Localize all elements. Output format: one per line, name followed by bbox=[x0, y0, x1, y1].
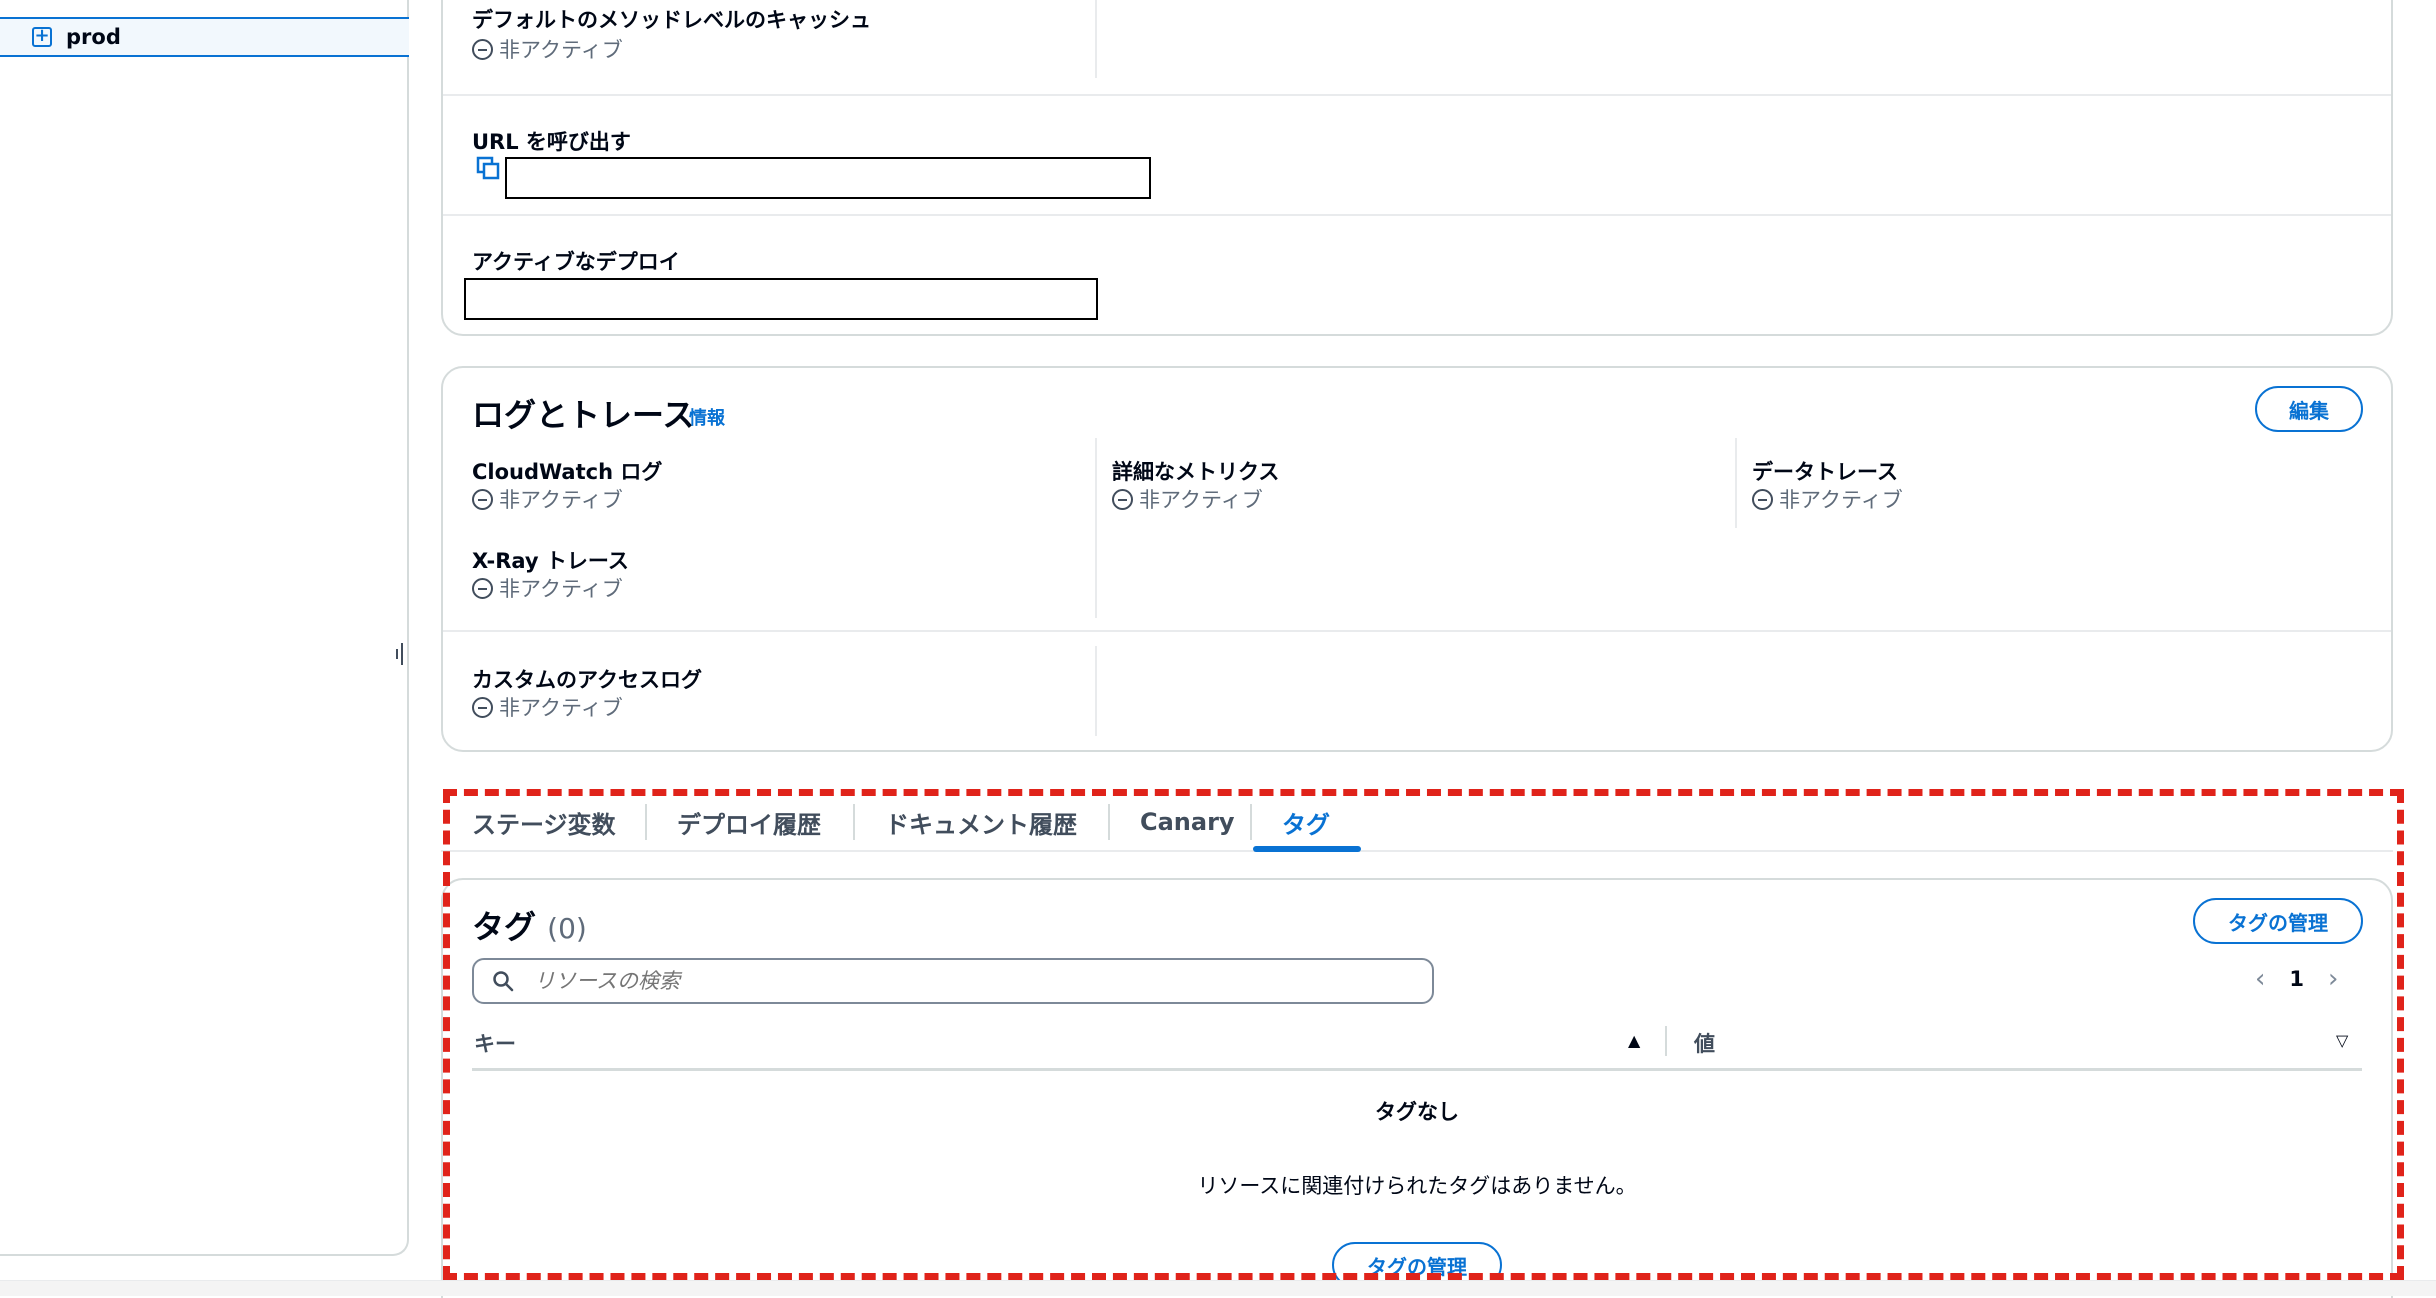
cloudwatch-label: CloudWatch ログ bbox=[472, 460, 663, 484]
tab-separator bbox=[1250, 804, 1252, 840]
tab-separator bbox=[645, 804, 647, 840]
active-tab-indicator bbox=[1253, 846, 1361, 852]
tags-panel: タグ (0) タグの管理 ‹ 1 › キー ▲ 値 ▽ タグなし リソースに関連… bbox=[441, 878, 2393, 1298]
xray-label: X-Ray トレース bbox=[472, 549, 629, 573]
tab-documentation-history[interactable]: ドキュメント履歴 bbox=[885, 792, 1077, 852]
divider bbox=[1095, 646, 1097, 736]
tab-stage-variables[interactable]: ステージ変数 bbox=[472, 792, 616, 852]
divider bbox=[1095, 438, 1097, 618]
stage-tabs: ステージ変数 デプロイ履歴 ドキュメント履歴 Canary タグ bbox=[441, 792, 2393, 852]
edit-button[interactable]: 編集 bbox=[2255, 386, 2363, 432]
xray-status: 非アクティブ bbox=[472, 573, 623, 603]
cache-status: 非アクティブ bbox=[472, 34, 623, 64]
inactive-icon bbox=[1752, 488, 1773, 510]
cache-label: デフォルトのメソッドレベルのキャッシュ bbox=[472, 8, 871, 32]
access-log-label: カスタムのアクセスログ bbox=[472, 668, 702, 692]
info-link[interactable]: 情報 bbox=[689, 404, 725, 430]
divider bbox=[1095, 0, 1097, 78]
resize-handle[interactable] bbox=[396, 642, 406, 666]
tab-separator bbox=[1108, 804, 1110, 840]
datatrace-status: 非アクティブ bbox=[1752, 484, 1903, 514]
metrics-status: 非アクティブ bbox=[1112, 484, 1263, 514]
tab-canary[interactable]: Canary bbox=[1140, 792, 1235, 852]
inactive-icon bbox=[472, 696, 493, 718]
logs-panel: ログとトレース 情報 編集 CloudWatch ログ 非アクティブ 詳細なメト… bbox=[441, 366, 2393, 752]
stage-details-panel: デフォルトのメソッドレベルのキャッシュ 非アクティブ URL を呼び出す アクテ… bbox=[441, 0, 2393, 336]
active-deployment-value[interactable] bbox=[464, 278, 1098, 320]
cloudwatch-status: 非アクティブ bbox=[472, 484, 623, 514]
divider bbox=[443, 94, 2391, 96]
active-deployment-label: アクティブなデプロイ bbox=[472, 250, 680, 274]
chevron-left-icon[interactable]: ‹ bbox=[2255, 964, 2265, 994]
sort-descending-icon[interactable]: ▽ bbox=[2336, 1031, 2348, 1050]
tab-deployment-history[interactable]: デプロイ履歴 bbox=[677, 792, 821, 852]
column-key[interactable]: キー bbox=[474, 1028, 516, 1058]
pagination: ‹ 1 › bbox=[2255, 964, 2338, 994]
search-input[interactable] bbox=[532, 968, 1332, 994]
datatrace-label: データトレース bbox=[1752, 460, 1898, 484]
tags-title: タグ (0) bbox=[472, 908, 587, 946]
invoke-url-value[interactable] bbox=[505, 157, 1151, 199]
logs-title: ログとトレース bbox=[472, 396, 695, 434]
metrics-label: 詳細なメトリクス bbox=[1112, 460, 1280, 484]
divider bbox=[1735, 438, 1737, 528]
column-value[interactable]: 値 bbox=[1694, 1028, 1715, 1058]
bottom-strip bbox=[0, 1280, 2436, 1296]
manage-tags-button[interactable]: タグの管理 bbox=[2193, 898, 2363, 944]
access-log-status: 非アクティブ bbox=[472, 692, 623, 722]
sort-ascending-icon[interactable]: ▲ bbox=[1628, 1031, 1640, 1050]
inactive-icon bbox=[472, 577, 493, 599]
chevron-right-icon[interactable]: › bbox=[2328, 964, 2338, 994]
copy-icon[interactable] bbox=[476, 156, 502, 182]
tab-tags[interactable]: タグ bbox=[1282, 792, 1330, 852]
inactive-icon bbox=[472, 38, 493, 60]
tree-item-prod[interactable]: + prod bbox=[0, 17, 409, 57]
tab-separator bbox=[853, 804, 855, 840]
table-header-divider bbox=[472, 1068, 2362, 1071]
invoke-url-label: URL を呼び出す bbox=[472, 130, 631, 154]
tags-count: (0) bbox=[547, 912, 587, 945]
search-field[interactable] bbox=[472, 958, 1434, 1004]
empty-state-title: タグなし bbox=[1375, 1100, 1459, 1124]
inactive-icon bbox=[472, 488, 493, 510]
column-separator bbox=[1665, 1026, 1667, 1056]
divider bbox=[443, 214, 2391, 216]
page-number[interactable]: 1 bbox=[2289, 967, 2304, 991]
inactive-icon bbox=[1112, 488, 1133, 510]
divider bbox=[443, 630, 2391, 632]
tree-item-label: prod bbox=[66, 25, 121, 49]
expand-icon[interactable]: + bbox=[32, 27, 52, 47]
search-icon bbox=[493, 971, 514, 992]
sidebar: + prod bbox=[0, 0, 409, 1256]
empty-state-description: リソースに関連付けられたタグはありません。 bbox=[1197, 1174, 1637, 1198]
